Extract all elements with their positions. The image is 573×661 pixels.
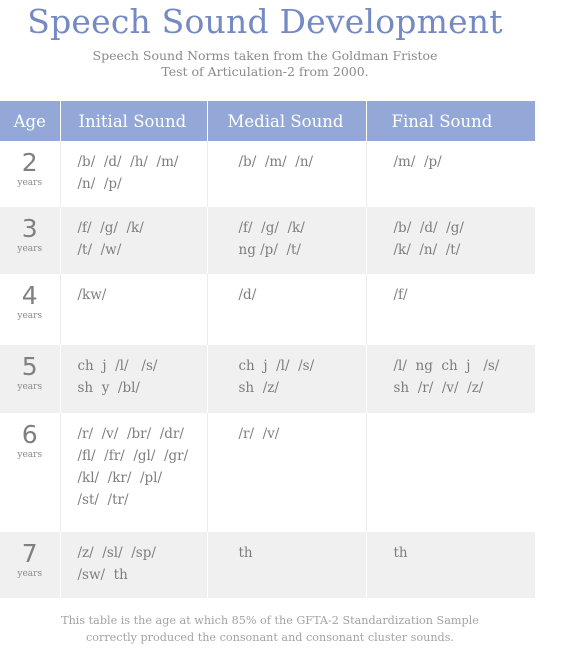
age-unit: years (17, 450, 43, 460)
sound-list-line: /st/ /tr/ (77, 492, 129, 508)
sound-list-line: /f/ /g/ /k/ (77, 220, 144, 236)
age-number: 4 (21, 281, 38, 310)
table-row: 3 years/f/ /g/ /k/ /t/ /w/ /f/ /g/ /k/ng /p… (0, 207, 535, 274)
final-sound-cell: /b/ /d/ /g/ /k/ /n/ /t/ (366, 207, 535, 274)
age-number: 2 (21, 148, 38, 177)
table-row: 5 years ch j /l/ /s/sh y /bl/ch j /l/ /s/s… (0, 345, 535, 413)
age-number: 7 (21, 539, 38, 568)
sound-list-line: /n/ /p/ (77, 176, 122, 192)
sound-list-line: /l/ ng ch j /s/ (393, 358, 500, 374)
header-final-sound: Final Sound (366, 101, 535, 141)
sound-list-line: /m/ /p/ (393, 154, 442, 170)
sound-list-line: /b/ /d/ /g/ (393, 220, 464, 236)
table-row: 2 years/b/ /d/ /h/ /m/ /n/ /p/ /b/ /m/ /n/ /… (0, 141, 535, 207)
footnote: This table is the age at which 85% of th… (0, 612, 540, 646)
sound-list-line: /t/ /w/ (77, 242, 122, 258)
header-age: Age (0, 101, 61, 141)
header-medial-sound: Medial Sound (207, 101, 367, 141)
final-sound-cell: /m/ /p/ (366, 141, 535, 207)
sound-list-line: /kw/ (77, 287, 107, 303)
age-unit: years (17, 244, 43, 254)
age-cell: 5 years (0, 345, 61, 413)
initial-sound-cell: /b/ /d/ /h/ /m/ /n/ /p/ (60, 141, 208, 207)
sound-list-line: sh y /bl/ (77, 380, 140, 396)
age-number: 6 (21, 420, 38, 449)
final-sound-cell: th (366, 532, 535, 598)
footnote-line: correctly produced the consonant and con… (85, 631, 454, 644)
sound-list-line: /r/ /v/ (238, 426, 280, 442)
medial-sound-cell: th (207, 532, 367, 598)
medial-sound-cell: /f/ /g/ /k/ng /p/ /t/ (207, 207, 367, 274)
sound-list-line: /f/ /g/ /k/ (238, 220, 305, 236)
sound-list-line: /f/ (393, 287, 408, 303)
initial-sound-cell: /f/ /g/ /k/ /t/ /w/ (60, 207, 208, 274)
age-number: 5 (21, 352, 38, 381)
medial-sound-cell: /b/ /m/ /n/ (207, 141, 367, 207)
table-row: 4 years/kw/ /d/ /f/ (0, 274, 535, 345)
initial-sound-cell: ch j /l/ /s/sh y /bl/ (60, 345, 208, 413)
age-unit: years (17, 178, 43, 188)
medial-sound-cell: /r/ /v/ (207, 413, 367, 532)
sound-list-line: sh /z/ (238, 380, 279, 396)
subtitle-line: Test of Articulation-2 from 2000. (161, 64, 369, 79)
footnote-line: This table is the age at which 85% of th… (61, 614, 479, 627)
sound-list-line: /kl/ /kr/ /pl/ (77, 470, 163, 486)
initial-sound-cell: /kw/ (60, 274, 208, 345)
header-initial-sound: Initial Sound (60, 101, 208, 141)
subtitle-line: Speech Sound Norms taken from the Goldma… (92, 48, 438, 63)
sound-list-line: /k/ /n/ /t/ (393, 242, 461, 258)
age-unit: years (17, 569, 43, 579)
age-cell: 3 years (0, 207, 61, 274)
sound-list-line: ch j /l/ /s/ (238, 358, 315, 374)
table-row: 6 years/r/ /v/ /br/ /dr/ /fl/ /fr/ /gl/ /g… (0, 413, 535, 532)
age-cell: 2 years (0, 141, 61, 207)
sound-list-line: ch j /l/ /s/ (77, 358, 158, 374)
age-cell: 4 years (0, 274, 61, 345)
sound-list-line: /sw/ th (77, 567, 128, 583)
initial-sound-cell: /z/ /sl/ /sp/ /sw/ th (60, 532, 208, 598)
age-unit: years (17, 382, 43, 392)
sound-list-line: /fl/ /fr/ /gl/ /gr/ (77, 448, 189, 464)
final-sound-cell (366, 413, 535, 532)
age-number: 3 (21, 214, 38, 243)
sound-list-line: ng /p/ /t/ (238, 242, 301, 258)
medial-sound-cell: ch j /l/ /s/sh /z/ (207, 345, 367, 413)
sound-list-line: /d/ (238, 287, 257, 303)
sound-list-line: /r/ /v/ /br/ /dr/ (77, 426, 184, 442)
sound-list-line: /z/ /sl/ /sp/ (77, 545, 156, 561)
final-sound-cell: /l/ ng ch j /s/sh /r/ /v/ /z/ (366, 345, 535, 413)
sound-list-line: /b/ /d/ /h/ /m/ (77, 154, 179, 170)
medial-sound-cell: /d/ (207, 274, 367, 345)
sound-list-line: sh /r/ /v/ /z/ (393, 380, 484, 396)
table-header-row: Age Initial Sound Medial Sound Final Sou… (0, 101, 535, 141)
age-unit: years (17, 311, 43, 321)
table-row: 7 years/z/ /sl/ /sp/ /sw/ th th th (0, 532, 535, 598)
sound-list-line: /b/ /m/ /n/ (238, 154, 314, 170)
initial-sound-cell: /r/ /v/ /br/ /dr/ /fl/ /fr/ /gl/ /gr/ /kl/… (60, 413, 208, 532)
final-sound-cell: /f/ (366, 274, 535, 345)
subtitle: Speech Sound Norms taken from the Goldma… (0, 48, 530, 80)
age-cell: 6 years (0, 413, 61, 532)
sound-list-line: th (393, 545, 408, 561)
page-title: Speech Sound Development (27, 2, 503, 41)
sound-list-line: th (238, 545, 253, 561)
age-cell: 7 years (0, 532, 61, 598)
speech-norms-table: Age Initial Sound Medial Sound Final Sou… (0, 101, 535, 598)
